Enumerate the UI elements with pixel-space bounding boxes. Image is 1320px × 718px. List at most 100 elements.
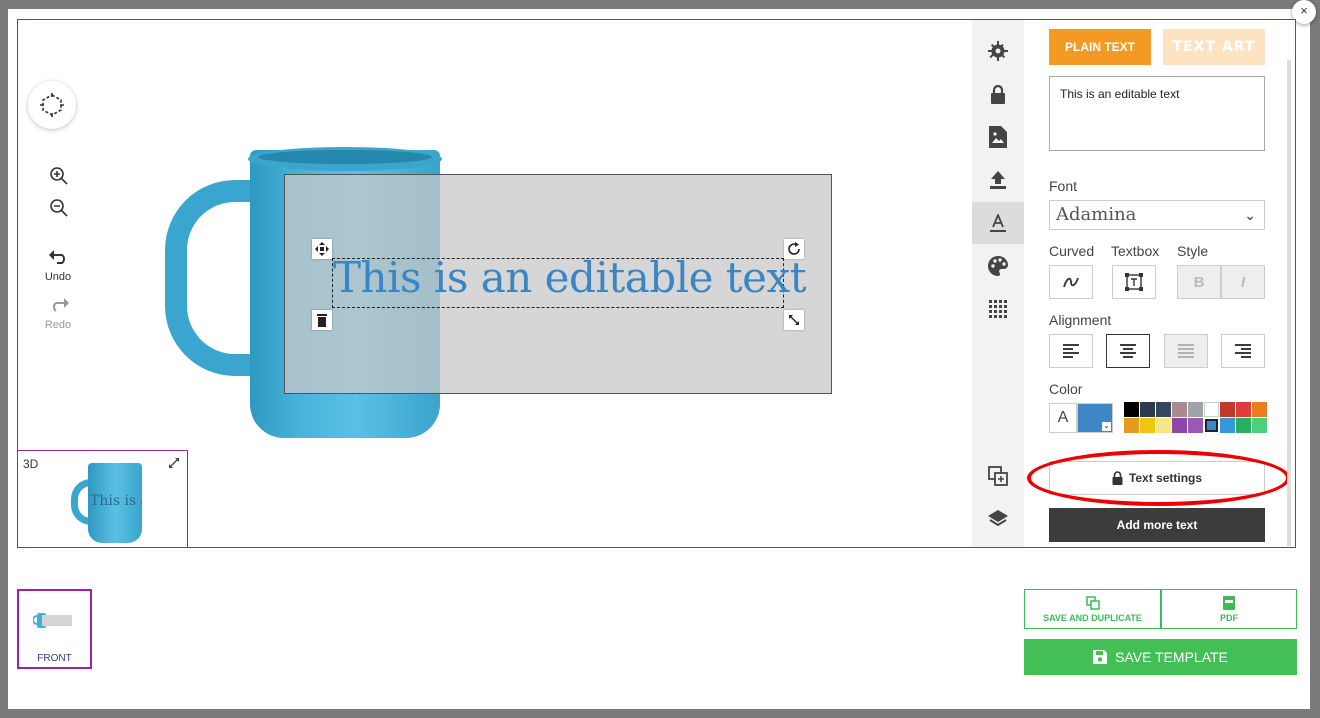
current-color-swatch[interactable]: ⌄ xyxy=(1077,403,1113,433)
gear-icon xyxy=(988,41,1008,61)
image-tool-button[interactable] xyxy=(972,116,1024,158)
font-select[interactable]: Adamina ⌄ xyxy=(1049,200,1265,230)
mini-mug-text: This is an xyxy=(90,493,142,509)
color-swatch[interactable] xyxy=(1156,418,1171,433)
curve-icon xyxy=(1063,277,1079,288)
trash-icon xyxy=(317,314,327,327)
panel-scrollbar[interactable] xyxy=(1287,60,1291,546)
rotate-handle[interactable] xyxy=(784,239,804,259)
3d-preview-label: 3D xyxy=(23,457,39,471)
redo-icon xyxy=(53,298,69,312)
redo-label: Redo xyxy=(44,319,72,331)
color-swatch[interactable] xyxy=(1188,402,1203,417)
lock-tool-button[interactable] xyxy=(972,73,1024,115)
3d-view-button[interactable] xyxy=(28,81,76,129)
align-center-button[interactable] xyxy=(1106,334,1150,368)
mug-rim-inner xyxy=(258,150,432,164)
pdf-button[interactable]: PDF xyxy=(1161,589,1297,629)
curved-button[interactable] xyxy=(1049,265,1093,299)
align-center-icon xyxy=(1120,344,1136,358)
alignment-label: Alignment xyxy=(1049,312,1112,328)
resize-handle[interactable] xyxy=(784,310,804,330)
page-thumbnail-label: FRONT xyxy=(37,653,72,664)
color-swatch[interactable] xyxy=(1220,418,1235,433)
text-settings-label: Text settings xyxy=(1128,471,1203,485)
zoom-out-button[interactable] xyxy=(46,195,72,221)
text-input[interactable]: This is an editable text xyxy=(1049,76,1265,151)
upload-icon xyxy=(990,171,1006,189)
color-swatch[interactable] xyxy=(1172,418,1187,433)
align-justify-icon xyxy=(1178,344,1194,358)
color-swatch[interactable] xyxy=(1172,402,1187,417)
tab-plain-text[interactable]: PLAIN TEXT xyxy=(1049,29,1151,65)
lock-icon xyxy=(1112,471,1123,485)
align-right-icon xyxy=(1235,344,1251,358)
text-settings-button[interactable]: Text settings xyxy=(1049,461,1265,495)
curved-label: Curved xyxy=(1049,243,1095,259)
duplicate-icon xyxy=(1085,595,1100,610)
undo-button[interactable] xyxy=(46,244,72,270)
text-tool-button[interactable] xyxy=(972,202,1024,244)
color-swatch[interactable] xyxy=(1188,418,1203,433)
text-panel: PLAIN TEXT TEXT ART This is an editable … xyxy=(1024,20,1295,547)
lock-icon xyxy=(991,84,1005,104)
save-and-duplicate-button[interactable]: SAVE AND DUPLICATE xyxy=(1024,589,1161,629)
textbox-button[interactable] xyxy=(1112,265,1156,299)
color-swatch[interactable] xyxy=(1252,402,1267,417)
rotate-icon xyxy=(788,242,800,255)
color-swatch[interactable] xyxy=(1204,418,1219,433)
palette-icon xyxy=(988,256,1008,276)
design-canvas[interactable]: Undo Redo This is an editable text 3D Th… xyxy=(18,20,972,547)
expand-icon[interactable] xyxy=(168,457,180,469)
caret-down-icon: ⌄ xyxy=(1102,421,1111,431)
textbox-label: Textbox xyxy=(1111,243,1160,259)
pdf-icon xyxy=(1223,595,1235,610)
text-icon xyxy=(990,214,1006,232)
tab-text-art[interactable]: TEXT ART xyxy=(1163,29,1265,65)
color-swatch[interactable] xyxy=(1156,402,1171,417)
add-more-text-button[interactable]: Add more text xyxy=(1049,508,1265,542)
editable-text-object[interactable]: This is an editable text xyxy=(332,253,807,308)
upload-tool-button[interactable] xyxy=(972,159,1024,201)
align-justify-button[interactable] xyxy=(1164,334,1208,368)
color-swatch[interactable] xyxy=(1124,418,1139,433)
duplicate-tool-button[interactable] xyxy=(972,455,1024,497)
color-tool-button[interactable] xyxy=(972,245,1024,287)
align-right-button[interactable] xyxy=(1221,334,1265,368)
color-swatch[interactable] xyxy=(1124,402,1139,417)
textbox-icon xyxy=(1125,273,1143,291)
color-swatch[interactable] xyxy=(1140,402,1155,417)
delete-handle[interactable] xyxy=(312,310,332,330)
qr-tool-button[interactable] xyxy=(972,288,1024,330)
font-label: Font xyxy=(1049,178,1078,194)
color-swatch[interactable] xyxy=(1236,402,1251,417)
design-workspace: Undo Redo This is an editable text 3D Th… xyxy=(17,19,1296,548)
color-swatch[interactable] xyxy=(1220,402,1235,417)
italic-button[interactable]: I xyxy=(1221,265,1265,299)
move-handle[interactable] xyxy=(312,239,332,259)
redo-button[interactable] xyxy=(46,292,72,318)
color-palette xyxy=(1124,402,1267,434)
image-file-icon xyxy=(989,126,1007,148)
text-input-value: This is an editable text xyxy=(1060,87,1180,101)
layers-tool-button[interactable] xyxy=(972,498,1024,540)
bold-button[interactable]: B xyxy=(1177,265,1221,299)
floppy-icon xyxy=(1093,650,1108,664)
save-and-duplicate-label: SAVE AND DUPLICATE xyxy=(1043,612,1142,623)
qr-icon xyxy=(989,300,1007,318)
zoom-in-icon xyxy=(50,167,68,185)
settings-tool-button[interactable] xyxy=(972,30,1024,72)
tool-sidebar xyxy=(972,20,1024,547)
color-swatch[interactable] xyxy=(1252,418,1267,433)
page-thumbnail-front[interactable]: FRONT xyxy=(17,589,92,669)
zoom-in-button[interactable] xyxy=(46,163,72,189)
align-left-button[interactable] xyxy=(1049,334,1093,368)
font-select-value: Adamina xyxy=(1056,204,1137,225)
3d-preview[interactable]: 3D This is an xyxy=(18,450,188,547)
save-template-button[interactable]: SAVE TEMPLATE xyxy=(1024,639,1297,675)
color-swatch[interactable] xyxy=(1140,418,1155,433)
undo-icon xyxy=(49,250,65,264)
color-swatch[interactable] xyxy=(1204,402,1219,417)
move-icon xyxy=(315,242,329,256)
color-swatch[interactable] xyxy=(1236,418,1251,433)
